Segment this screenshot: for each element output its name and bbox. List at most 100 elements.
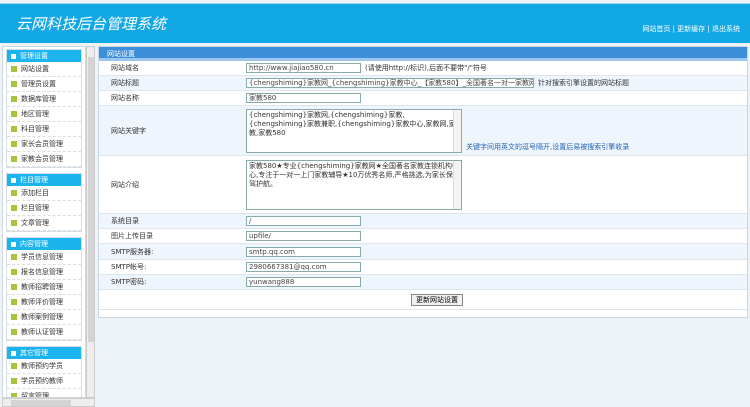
top-links: 网站首页 | 更新缓存 | 退出系统 <box>642 24 740 34</box>
sidebar-item[interactable]: 添加栏目 <box>7 186 81 201</box>
sidebar-item-label: 地区管理 <box>21 110 49 118</box>
arrow-icon <box>11 363 17 369</box>
separator: | <box>707 25 710 33</box>
sidebar-item[interactable]: 家教会员管理 <box>7 152 81 167</box>
label: 网站域名 <box>111 64 139 72</box>
sidebar-item[interactable]: 管理员设置 <box>7 77 81 92</box>
sidebar-item-label: 学员信息管理 <box>21 253 63 261</box>
arrow-icon <box>11 81 17 87</box>
sidebar-item[interactable]: 家长会员管理 <box>7 137 81 152</box>
save-settings-button[interactable]: 更新网站设置 <box>411 293 463 306</box>
sidebar-item-label: 教师预约学员 <box>21 362 63 370</box>
sidebar-item[interactable]: 网站设置 <box>7 62 81 77</box>
label: 网站标题 <box>111 79 139 87</box>
sidebar-item-label: 科目管理 <box>21 125 49 133</box>
row-site-title: 网站标题 {chengshiming}家教网_{chengshiming}家教中… <box>99 76 747 91</box>
arrow-icon <box>11 96 17 102</box>
row-sys-dir: 系统目录 / <box>99 214 747 229</box>
sidebar-group-header[interactable]: 栏目管理 <box>7 174 81 186</box>
smtp-password-input[interactable]: yunwang888 <box>246 277 361 287</box>
intro-textarea[interactable]: 家教580★专业{chengshiming}家教网★全国著名家教连锁机构中心,专… <box>246 159 462 210</box>
settings-panel: 网站设置 网站域名 http://www.jiajiao580.cn (请使用h… <box>98 46 748 318</box>
domain-input[interactable]: http://www.jiajiao580.cn <box>246 63 361 73</box>
row-actions: 更新网站设置 <box>99 290 747 310</box>
sidebar-vertical-scrollbar[interactable] <box>86 46 95 398</box>
upload-dir-input[interactable]: upfile/ <box>246 231 361 241</box>
arrow-icon <box>11 66 17 72</box>
collapse-icon <box>11 241 16 247</box>
sidebar-item-label: 数据库管理 <box>21 95 56 103</box>
panel-title: 网站设置 <box>99 47 747 61</box>
link-logout[interactable]: 退出系统 <box>712 25 740 33</box>
arrow-icon <box>11 126 17 132</box>
group-title: 内容管理 <box>20 240 48 248</box>
sidebar-group: 内容管理学员信息管理 报名信息管理 教师招聘管理 教师评价管理教师案例管理 教师认证管理 <box>6 237 82 341</box>
smtp-server-input[interactable]: smtp.qq.com <box>246 246 361 257</box>
sidebar-item[interactable]: 教师认证管理 <box>7 325 81 340</box>
sidebar-group-header[interactable]: 管理设置 <box>7 50 81 62</box>
label: 网站名称 <box>111 94 139 102</box>
sidebar-item[interactable]: 学员预约教师 <box>7 374 81 389</box>
arrow-icon <box>11 314 17 320</box>
row-smtp-account: SMTP帐号: 2980667381@qq.com <box>99 260 747 275</box>
label: SMTP密码: <box>111 278 147 286</box>
collapse-icon <box>11 350 16 356</box>
sidebar-item-label: 添加栏目 <box>21 189 49 197</box>
label: 系统目录 <box>111 217 139 225</box>
sidebar-item-label: 学员预约教师 <box>21 377 63 385</box>
arrow-icon <box>11 141 17 147</box>
row-smtp-password: SMTP密码: yunwang888 <box>99 275 747 290</box>
sidebar-item[interactable]: 报名信息管理 <box>7 265 81 280</box>
sidebar-item[interactable]: 留言管理 <box>7 389 81 397</box>
keywords-textarea[interactable]: {chengshiming}家教网,{chengshiming}家教,{chen… <box>246 108 462 153</box>
sidebar-item[interactable]: 教师预约学员 <box>7 359 81 374</box>
sidebar-horizontal-scrollbar[interactable] <box>2 398 95 407</box>
link-refresh-cache[interactable]: 更新缓存 <box>677 25 705 33</box>
row-domain: 网站域名 http://www.jiajiao580.cn (请使用http:/… <box>99 61 747 76</box>
row-keywords: 网站关键字 {chengshiming}家教网,{chengshiming}家教… <box>99 106 747 156</box>
separator: | <box>672 25 675 33</box>
hint: 针对搜索引擎设置的网站标题 <box>538 79 629 87</box>
sidebar-item[interactable]: 教师评价管理 <box>7 295 81 310</box>
site-title-input[interactable]: {chengshiming}家教网_{chengshiming}家教中心_【家教… <box>246 78 534 88</box>
sidebar-item[interactable]: 教师招聘管理 <box>7 280 81 295</box>
arrow-icon <box>11 156 17 162</box>
sidebar-item-label: 栏目管理 <box>21 204 49 212</box>
label: SMTP帐号: <box>111 263 147 271</box>
sidebar-group: 管理设置网站设置管理员设置数据库管理地区管理科目管理家长会员管理 家教会员管理 <box>6 49 82 168</box>
sidebar: 管理设置 网站设置 管理员设置 数据库管理 地区管理 科目管理 家长会员管理 家教会员管理 栏目… <box>2 46 86 398</box>
arrow-icon <box>11 254 17 260</box>
arrow-icon <box>11 269 17 275</box>
sys-dir-input[interactable]: / <box>246 216 361 226</box>
smtp-account-input[interactable]: 2980667381@qq.com <box>246 262 361 272</box>
sidebar-group-header[interactable]: 其它管理 <box>7 347 81 359</box>
keywords-text: {chengshiming}家教网,{chengshiming}家教,{chen… <box>249 110 456 137</box>
sidebar-item[interactable]: 文章管理 <box>7 216 81 231</box>
arrow-icon <box>11 111 17 117</box>
arrow-icon <box>11 284 17 290</box>
site-name-input[interactable]: 家教580 <box>246 93 361 103</box>
collapse-icon <box>11 177 16 183</box>
sidebar-item-label: 教师招聘管理 <box>21 283 63 291</box>
sidebar-item[interactable]: 数据库管理 <box>7 92 81 107</box>
label: SMTP服务器: <box>111 247 154 256</box>
label: 图片上传目录 <box>111 232 153 240</box>
group-title: 其它管理 <box>20 349 48 357</box>
sidebar-item-label: 家长会员管理 <box>21 140 63 148</box>
sidebar-item-label: 报名信息管理 <box>21 268 63 276</box>
sidebar-item[interactable]: 地区管理 <box>7 107 81 122</box>
sidebar-item[interactable]: 科目管理 <box>7 122 81 137</box>
sidebar-item[interactable]: 栏目管理 <box>7 201 81 216</box>
link-home[interactable]: 网站首页 <box>642 25 670 33</box>
arrow-icon <box>11 205 17 211</box>
sidebar-item-label: 家教会员管理 <box>21 155 63 163</box>
sidebar-group-header[interactable]: 内容管理 <box>7 238 81 250</box>
sidebar-item-label: 网站设置 <box>21 65 49 73</box>
sidebar-item-label: 教师评价管理 <box>21 298 63 306</box>
app-title: 云网科技后台管理系统 <box>16 15 167 33</box>
sidebar-group: 栏目管理 添加栏目 栏目管理 文章管理 <box>6 173 82 232</box>
hint: 关键字间用英文的逗号隔开,设置后易被搜索引擎收录 <box>466 143 630 151</box>
arrow-icon <box>11 378 17 384</box>
sidebar-item[interactable]: 教师案例管理 <box>7 310 81 325</box>
sidebar-item[interactable]: 学员信息管理 <box>7 250 81 265</box>
